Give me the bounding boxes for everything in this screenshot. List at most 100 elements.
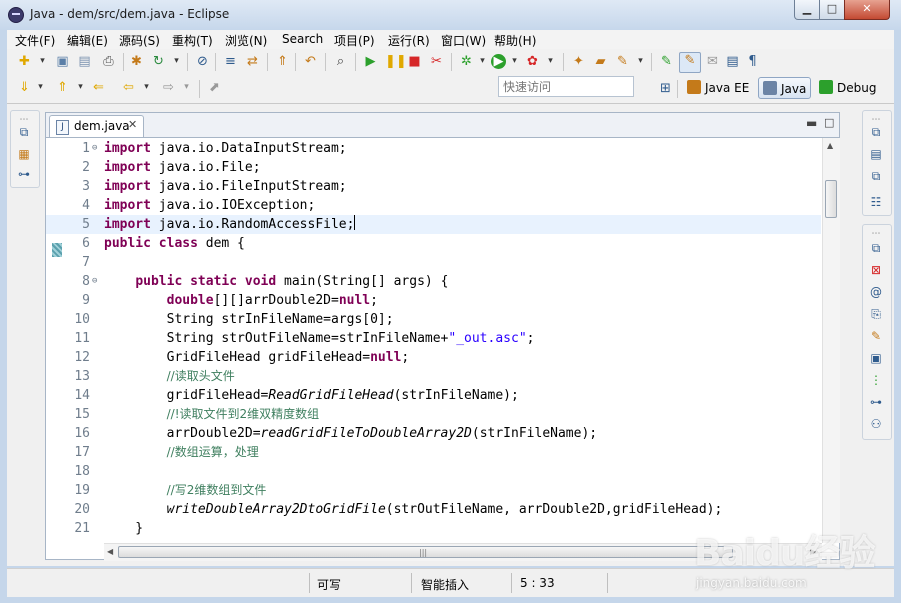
task-list-icon[interactable]: ▤ [869,147,883,161]
restore-icon[interactable]: ⧉ [17,125,31,139]
refresh-icon[interactable]: ↻ [151,54,166,69]
code-line[interactable]: 10 String strInFileName=args[0]; [46,310,821,329]
code-line[interactable]: 7 [46,253,821,272]
scroll-thumb[interactable]: ||| [118,546,733,558]
previous-annotation-dropdown-icon[interactable]: ▾ [73,80,88,95]
code-line[interactable]: 14 gridFileHead=ReadGridFileHead(strInFi… [46,386,821,405]
scroll-up-icon[interactable]: ▲ [827,141,833,150]
menu-edit[interactable]: 编辑(E) [67,32,108,49]
block-selection-icon[interactable]: ▤ [725,54,740,69]
forward-icon[interactable]: ⇨ [161,80,176,95]
open-folder-icon[interactable]: ▰ [593,54,608,69]
new-java-project-icon[interactable]: ✱ [129,54,144,69]
perspective-java[interactable]: Java [758,77,812,99]
menu-navigate[interactable]: 浏览(N) [225,32,267,49]
wand-dropdown-icon[interactable]: ▾ [633,54,648,69]
wand-icon[interactable]: ✎ [615,54,630,69]
scroll-thumb[interactable] [825,180,837,218]
menu-project[interactable]: 项目(P) [334,32,375,49]
close-button[interactable]: ✕ [844,0,890,20]
quick-access-input[interactable] [498,76,634,97]
paragraph-icon[interactable]: ¶ [745,54,760,69]
restore-icon[interactable]: ⧉ [869,169,883,183]
fold-toggle-icon[interactable]: ⊖ [92,139,97,158]
tab-dem-java[interactable]: J dem.java ✕ [49,115,144,137]
perspective-java-ee[interactable]: Java EE [687,77,749,99]
code-line[interactable]: 15 //!读取文件到2维双精度数组 [46,405,821,424]
back-dropdown-icon[interactable]: ▾ [139,80,154,95]
console-icon[interactable]: ▣ [869,351,883,365]
print-icon[interactable]: ⎙ [101,54,116,69]
fold-toggle-icon[interactable]: ⊖ [92,272,97,291]
external-tools-dropdown-icon[interactable]: ▾ [543,54,558,69]
minimize-button[interactable]: ▁ [794,0,820,20]
refresh-dropdown-icon[interactable]: ▾ [169,54,184,69]
terminate-icon[interactable]: ■ [407,54,422,69]
code-line[interactable]: 12 GridFileHead gridFileHead=null; [46,348,821,367]
suspend-icon[interactable]: ❚❚ [385,54,407,69]
menu-source[interactable]: 源码(S) [119,32,160,49]
type-hierarchy-icon[interactable]: ⊶ [17,167,31,181]
save-icon[interactable]: ▣ [55,54,70,69]
new-dropdown-icon[interactable]: ▾ [35,54,50,69]
restore-icon[interactable]: ⧉ [869,125,883,139]
run-icon[interactable]: ▶ [491,54,506,69]
last-edit-location-icon[interactable]: ⇐ [91,80,106,95]
menu-run[interactable]: 运行(R) [388,32,430,49]
problems-icon[interactable]: ⊠ [869,263,883,277]
code-line[interactable]: 2 import java.io.File; [46,158,821,177]
resume-icon[interactable]: ▶ [363,54,378,69]
perspective-debug[interactable]: Debug [819,77,876,99]
menu-refactor[interactable]: 重构(T) [172,32,213,49]
menu-help[interactable]: 帮助(H) [494,32,536,49]
code-line[interactable]: 16 arrDouble2D=readGridFileToDoubleArray… [46,424,821,443]
minimize-editor-icon[interactable]: ▬ [806,116,817,130]
code-line[interactable]: 1 ⊖ import java.io.DataInputStream; [46,139,821,158]
next-annotation-dropdown-icon[interactable]: ▾ [33,80,48,95]
run-dropdown-icon[interactable]: ▾ [507,54,522,69]
menu-search[interactable]: Search [282,32,323,46]
servers-icon[interactable]: ⊶ [869,395,883,409]
code-line[interactable]: 13 //读取头文件 [46,367,821,386]
open-type-icon[interactable]: ⇄ [245,54,260,69]
javadoc-icon[interactable]: @ [869,285,883,299]
search-icon[interactable]: ⌕ [333,54,348,69]
toggle-mark-icon[interactable]: ≡ [223,54,238,69]
highlight-icon[interactable]: ✎ [679,52,701,73]
code-line[interactable]: 19 //写2维数组到文件 [46,481,821,500]
open-perspective-icon[interactable]: ⊞ [658,81,673,96]
code-line[interactable]: 4 import java.io.IOException; [46,196,821,215]
menu-file[interactable]: 文件(F) [15,32,55,49]
close-tab-icon[interactable]: ✕ [128,118,137,131]
new-icon[interactable]: ✚ [17,54,32,69]
code-line[interactable]: 11 String strOutFileName=strInFileName+"… [46,329,821,348]
skip-breakpoints-icon[interactable]: ⊘ [195,54,210,69]
package-explorer-icon[interactable]: ▦ [17,147,31,161]
show-whitespace-icon[interactable]: ✉ [705,54,720,69]
menu-window[interactable]: 窗口(W) [441,32,486,49]
new-package-icon[interactable]: ✦ [571,54,586,69]
quick-fix-icon[interactable]: ✎ [659,54,674,69]
code-line[interactable]: 5 import java.io.RandomAccessFile; [46,215,821,234]
pin-editor-icon[interactable]: ⬈ [207,80,222,95]
drag-handle-icon[interactable]: ⋯ [869,227,883,241]
previous-annotation-icon[interactable]: ⇑ [55,80,70,95]
search-view-icon[interactable]: ✎ [869,329,883,343]
debug-dropdown-icon[interactable]: ▾ [475,54,490,69]
save-all-icon[interactable]: ▤ [77,54,92,69]
progress-icon[interactable]: ⋮ [869,373,883,387]
restore-icon[interactable]: ⧉ [869,241,883,255]
open-task-icon[interactable]: ⇑ [275,54,290,69]
code-line[interactable]: 3 import java.io.FileInputStream; [46,177,821,196]
code-line[interactable]: 20 writeDoubleArray2DtoGridFile(strOutFi… [46,500,821,519]
undo-icon[interactable]: ↶ [303,54,318,69]
code-area[interactable]: 1 ⊖ import java.io.DataInputStream; 2 import… [46,138,821,543]
code-line[interactable]: 8 ⊖ public static void main(String[] args… [46,272,821,291]
maximize-editor-icon[interactable]: □ [824,116,834,129]
outline-icon[interactable]: ☷ [869,195,883,209]
scroll-left-icon[interactable]: ◀ [107,547,113,556]
code-line[interactable]: 6 public class dem { [46,234,821,253]
vertical-scrollbar[interactable]: ▲ [822,138,840,543]
disconnect-icon[interactable]: ✂ [429,54,444,69]
back-icon[interactable]: ⇦ [121,80,136,95]
